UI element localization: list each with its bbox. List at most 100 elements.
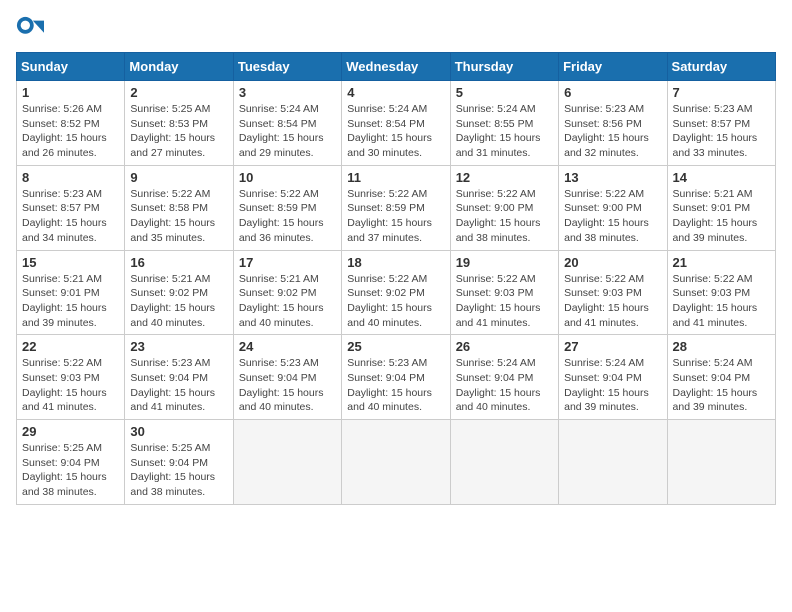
day-number: 3 bbox=[239, 85, 336, 100]
calendar-header-row: SundayMondayTuesdayWednesdayThursdayFrid… bbox=[17, 53, 776, 81]
day-info: Sunrise: 5:24 AM Sunset: 9:04 PM Dayligh… bbox=[673, 356, 770, 415]
day-info: Sunrise: 5:22 AM Sunset: 8:58 PM Dayligh… bbox=[130, 187, 227, 246]
day-number: 13 bbox=[564, 170, 661, 185]
day-info: Sunrise: 5:25 AM Sunset: 9:04 PM Dayligh… bbox=[130, 441, 227, 500]
calendar-week-2: 8 Sunrise: 5:23 AM Sunset: 8:57 PM Daylig… bbox=[17, 165, 776, 250]
day-info: Sunrise: 5:24 AM Sunset: 8:54 PM Dayligh… bbox=[347, 102, 444, 161]
calendar-cell: 24Sunrise: 5:23 AM Sunset: 9:04 PM Dayli… bbox=[233, 335, 341, 420]
day-info: Sunrise: 5:25 AM Sunset: 8:53 PM Dayligh… bbox=[130, 102, 227, 161]
calendar-week-4: 22 Sunrise: 5:22 AM Sunset: 9:03 PM Dayli… bbox=[17, 335, 776, 420]
header-thursday: Thursday bbox=[450, 53, 558, 81]
day-info: Sunrise: 5:24 AM Sunset: 9:04 PM Dayligh… bbox=[456, 356, 553, 415]
day-number: 2 bbox=[130, 85, 227, 100]
calendar-cell: 18 Sunrise: 5:22 AM Sunset: 9:02 PM Dayli… bbox=[342, 250, 450, 335]
day-number: 14 bbox=[673, 170, 770, 185]
day-number: 15 bbox=[22, 255, 119, 270]
calendar-cell: 1 Sunrise: 5:26 AM Sunset: 8:52 PM Daylig… bbox=[17, 81, 125, 166]
header-wednesday: Wednesday bbox=[342, 53, 450, 81]
calendar-week-3: 15 Sunrise: 5:21 AM Sunset: 9:01 PM Dayli… bbox=[17, 250, 776, 335]
day-number: 16 bbox=[130, 255, 227, 270]
calendar-cell: 3Sunrise: 5:24 AM Sunset: 8:54 PM Daylig… bbox=[233, 81, 341, 166]
day-info: Sunrise: 5:22 AM Sunset: 9:00 PM Dayligh… bbox=[564, 187, 661, 246]
day-info: Sunrise: 5:24 AM Sunset: 8:55 PM Dayligh… bbox=[456, 102, 553, 161]
calendar-cell: 21Sunrise: 5:22 AM Sunset: 9:03 PM Dayli… bbox=[667, 250, 775, 335]
day-info: Sunrise: 5:22 AM Sunset: 8:59 PM Dayligh… bbox=[347, 187, 444, 246]
calendar-table: SundayMondayTuesdayWednesdayThursdayFrid… bbox=[16, 52, 776, 505]
calendar-cell bbox=[342, 420, 450, 505]
day-number: 25 bbox=[347, 339, 444, 354]
calendar-cell: 20 Sunrise: 5:22 AM Sunset: 9:03 PM Dayli… bbox=[559, 250, 667, 335]
calendar-cell: 8 Sunrise: 5:23 AM Sunset: 8:57 PM Daylig… bbox=[17, 165, 125, 250]
day-info: Sunrise: 5:23 AM Sunset: 8:57 PM Dayligh… bbox=[22, 187, 119, 246]
day-number: 11 bbox=[347, 170, 444, 185]
calendar-cell bbox=[233, 420, 341, 505]
day-info: Sunrise: 5:22 AM Sunset: 9:03 PM Dayligh… bbox=[456, 272, 553, 331]
day-number: 20 bbox=[564, 255, 661, 270]
day-number: 4 bbox=[347, 85, 444, 100]
header-sunday: Sunday bbox=[17, 53, 125, 81]
calendar-cell: 7 Sunrise: 5:23 AM Sunset: 8:57 PM Daylig… bbox=[667, 81, 775, 166]
day-number: 29 bbox=[22, 424, 119, 439]
day-number: 12 bbox=[456, 170, 553, 185]
calendar-cell: 25Sunrise: 5:23 AM Sunset: 9:04 PM Dayli… bbox=[342, 335, 450, 420]
day-info: Sunrise: 5:22 AM Sunset: 9:03 PM Dayligh… bbox=[564, 272, 661, 331]
day-info: Sunrise: 5:21 AM Sunset: 9:02 PM Dayligh… bbox=[130, 272, 227, 331]
day-info: Sunrise: 5:21 AM Sunset: 9:01 PM Dayligh… bbox=[673, 187, 770, 246]
calendar-cell: 23 Sunrise: 5:23 AM Sunset: 9:04 PM Dayli… bbox=[125, 335, 233, 420]
day-info: Sunrise: 5:23 AM Sunset: 8:57 PM Dayligh… bbox=[673, 102, 770, 161]
calendar-week-1: 1 Sunrise: 5:26 AM Sunset: 8:52 PM Daylig… bbox=[17, 81, 776, 166]
calendar-cell: 27 Sunrise: 5:24 AM Sunset: 9:04 PM Dayli… bbox=[559, 335, 667, 420]
day-info: Sunrise: 5:22 AM Sunset: 9:02 PM Dayligh… bbox=[347, 272, 444, 331]
calendar-cell: 29 Sunrise: 5:25 AM Sunset: 9:04 PM Dayli… bbox=[17, 420, 125, 505]
calendar-cell: 9 Sunrise: 5:22 AM Sunset: 8:58 PM Daylig… bbox=[125, 165, 233, 250]
calendar-cell: 15 Sunrise: 5:21 AM Sunset: 9:01 PM Dayli… bbox=[17, 250, 125, 335]
day-info: Sunrise: 5:21 AM Sunset: 9:01 PM Dayligh… bbox=[22, 272, 119, 331]
page-header bbox=[16, 16, 776, 44]
day-info: Sunrise: 5:22 AM Sunset: 9:03 PM Dayligh… bbox=[673, 272, 770, 331]
calendar-cell: 2 Sunrise: 5:25 AM Sunset: 8:53 PM Daylig… bbox=[125, 81, 233, 166]
day-number: 7 bbox=[673, 85, 770, 100]
calendar-cell: 30 Sunrise: 5:25 AM Sunset: 9:04 PM Dayli… bbox=[125, 420, 233, 505]
header-tuesday: Tuesday bbox=[233, 53, 341, 81]
day-info: Sunrise: 5:22 AM Sunset: 9:03 PM Dayligh… bbox=[22, 356, 119, 415]
day-info: Sunrise: 5:25 AM Sunset: 9:04 PM Dayligh… bbox=[22, 441, 119, 500]
logo bbox=[16, 16, 48, 44]
day-info: Sunrise: 5:23 AM Sunset: 9:04 PM Dayligh… bbox=[130, 356, 227, 415]
day-info: Sunrise: 5:23 AM Sunset: 9:04 PM Dayligh… bbox=[239, 356, 336, 415]
logo-icon bbox=[16, 16, 44, 44]
day-number: 19 bbox=[456, 255, 553, 270]
calendar-cell: 10 Sunrise: 5:22 AM Sunset: 8:59 PM Dayli… bbox=[233, 165, 341, 250]
day-number: 8 bbox=[22, 170, 119, 185]
day-number: 30 bbox=[130, 424, 227, 439]
calendar-cell: 17Sunrise: 5:21 AM Sunset: 9:02 PM Dayli… bbox=[233, 250, 341, 335]
day-number: 1 bbox=[22, 85, 119, 100]
calendar-cell: 19 Sunrise: 5:22 AM Sunset: 9:03 PM Dayli… bbox=[450, 250, 558, 335]
day-info: Sunrise: 5:24 AM Sunset: 9:04 PM Dayligh… bbox=[564, 356, 661, 415]
calendar-cell: 22 Sunrise: 5:22 AM Sunset: 9:03 PM Dayli… bbox=[17, 335, 125, 420]
day-number: 28 bbox=[673, 339, 770, 354]
calendar-week-5: 29 Sunrise: 5:25 AM Sunset: 9:04 PM Dayli… bbox=[17, 420, 776, 505]
day-number: 23 bbox=[130, 339, 227, 354]
header-saturday: Saturday bbox=[667, 53, 775, 81]
calendar-cell: 28 Sunrise: 5:24 AM Sunset: 9:04 PM Dayli… bbox=[667, 335, 775, 420]
header-monday: Monday bbox=[125, 53, 233, 81]
header-friday: Friday bbox=[559, 53, 667, 81]
day-number: 22 bbox=[22, 339, 119, 354]
day-number: 9 bbox=[130, 170, 227, 185]
calendar-cell bbox=[559, 420, 667, 505]
day-number: 18 bbox=[347, 255, 444, 270]
day-info: Sunrise: 5:22 AM Sunset: 8:59 PM Dayligh… bbox=[239, 187, 336, 246]
day-info: Sunrise: 5:21 AM Sunset: 9:02 PM Dayligh… bbox=[239, 272, 336, 331]
calendar-cell: 4 Sunrise: 5:24 AM Sunset: 8:54 PM Daylig… bbox=[342, 81, 450, 166]
calendar-cell: 13 Sunrise: 5:22 AM Sunset: 9:00 PM Dayli… bbox=[559, 165, 667, 250]
day-info: Sunrise: 5:23 AM Sunset: 8:56 PM Dayligh… bbox=[564, 102, 661, 161]
calendar-cell: 16 Sunrise: 5:21 AM Sunset: 9:02 PM Dayli… bbox=[125, 250, 233, 335]
day-info: Sunrise: 5:26 AM Sunset: 8:52 PM Dayligh… bbox=[22, 102, 119, 161]
calendar-cell: 14 Sunrise: 5:21 AM Sunset: 9:01 PM Dayli… bbox=[667, 165, 775, 250]
day-number: 26 bbox=[456, 339, 553, 354]
day-info: Sunrise: 5:22 AM Sunset: 9:00 PM Dayligh… bbox=[456, 187, 553, 246]
calendar-cell: 6Sunrise: 5:23 AM Sunset: 8:56 PM Daylig… bbox=[559, 81, 667, 166]
day-number: 27 bbox=[564, 339, 661, 354]
calendar-cell: 12 Sunrise: 5:22 AM Sunset: 9:00 PM Dayli… bbox=[450, 165, 558, 250]
day-number: 10 bbox=[239, 170, 336, 185]
